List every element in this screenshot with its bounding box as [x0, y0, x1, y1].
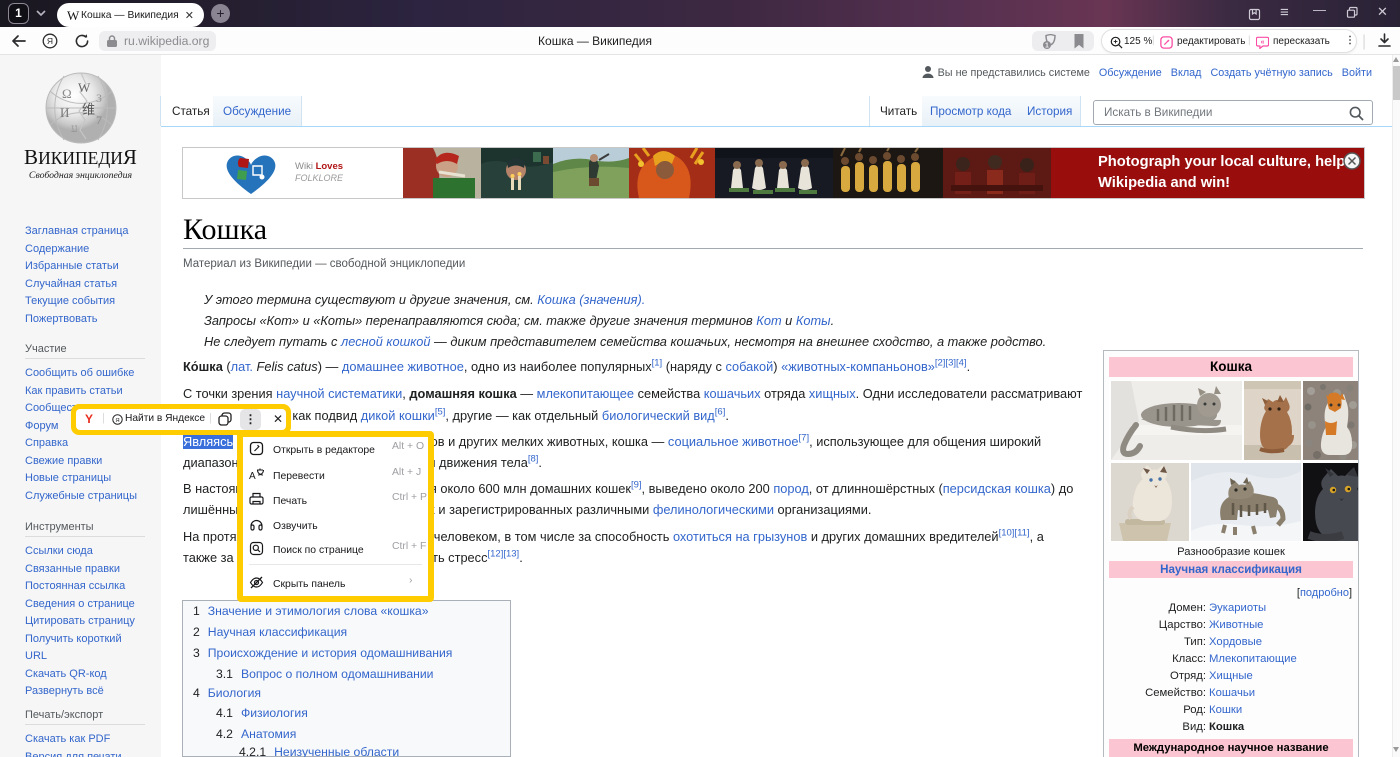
svg-text:Я: Я [115, 418, 119, 424]
svg-text:维: 维 [82, 102, 95, 117]
svg-text:И: И [60, 105, 69, 120]
svg-text:«: « [1261, 39, 1265, 46]
svg-text:1: 1 [1045, 43, 1049, 50]
svg-text:ע: ע [71, 121, 78, 135]
svg-text:A: A [249, 471, 256, 482]
svg-text:З: З [96, 91, 102, 105]
svg-text:Ω: Ω [62, 86, 72, 101]
svg-text:Я: Я [47, 36, 53, 46]
svg-text:W: W [78, 80, 91, 95]
svg-text:7: 7 [96, 113, 102, 127]
